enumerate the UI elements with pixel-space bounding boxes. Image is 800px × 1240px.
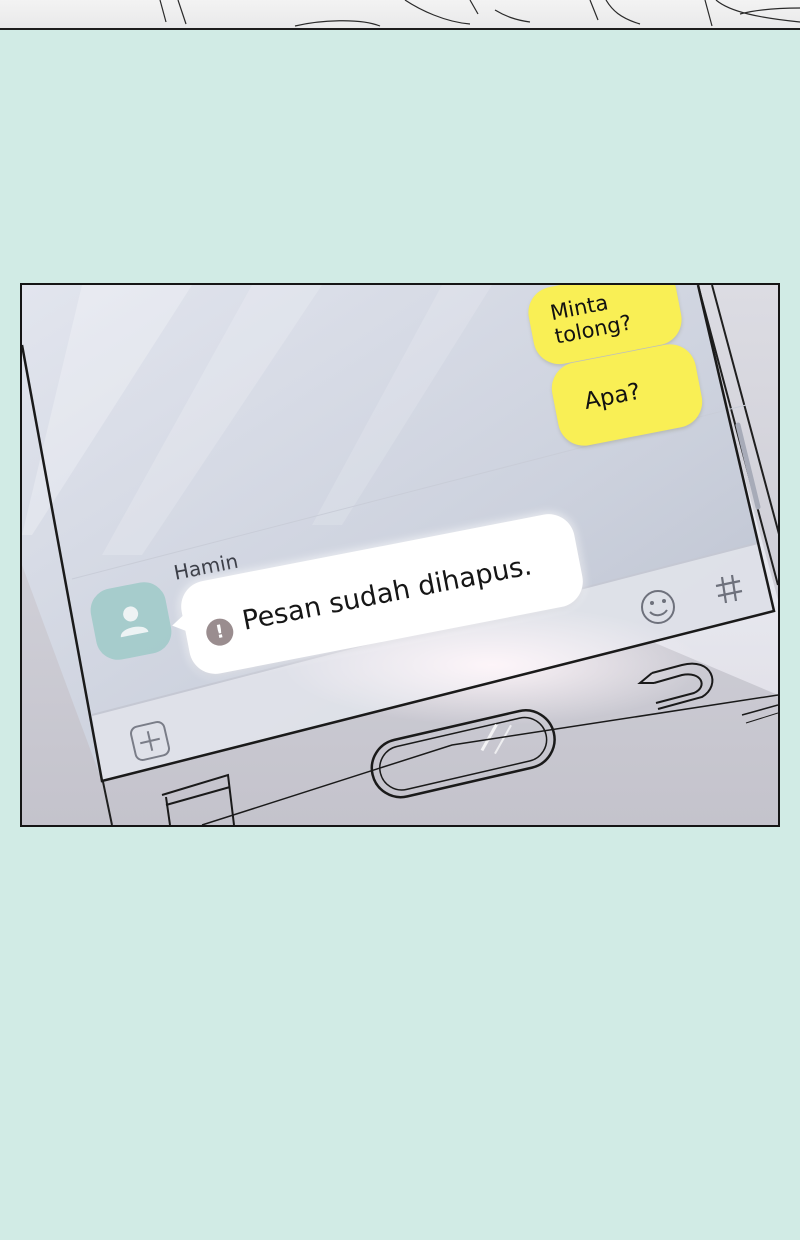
chat-area: Minta tolong? Apa? Hamin ! Pesan sudah d…: [22, 285, 778, 825]
bubble-tail: [170, 612, 190, 636]
outgoing-message-text: Minta tolong?: [548, 290, 634, 349]
incoming-message[interactable]: ! Pesan sudah dihapus.: [170, 509, 588, 679]
sketch-lines: [159, 0, 800, 27]
deleted-message-text: Pesan sudah dihapus.: [239, 550, 535, 637]
person-icon: [120, 606, 149, 638]
previous-panel-edge: [0, 0, 800, 30]
outgoing-message-text: Apa?: [582, 378, 643, 415]
avatar[interactable]: [86, 578, 176, 664]
comic-panel: Minta tolong? Apa? Hamin ! Pesan sudah d…: [20, 283, 780, 827]
warning-icon: !: [203, 616, 236, 648]
